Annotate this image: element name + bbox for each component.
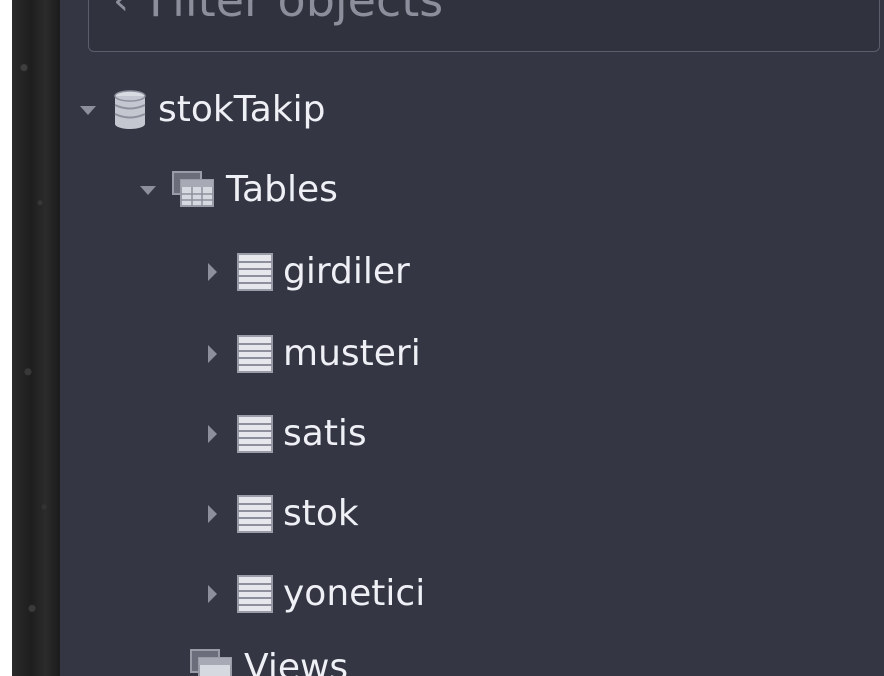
expand-arrow-icon[interactable] bbox=[208, 505, 217, 523]
table-name: satis bbox=[283, 413, 367, 454]
database-name: stokTakip bbox=[158, 89, 326, 130]
tree-item-tables-folder[interactable]: Tables bbox=[140, 160, 338, 220]
views-folder-icon bbox=[190, 649, 234, 676]
expand-arrow-icon[interactable] bbox=[80, 105, 96, 115]
tree-item-table[interactable]: stok bbox=[204, 484, 359, 544]
screenshot-frame: ‹ Filter objects stokTakip Tables girdil… bbox=[0, 0, 884, 676]
table-name: yonetici bbox=[283, 573, 426, 614]
tables-folder-icon bbox=[172, 171, 216, 209]
table-name: stok bbox=[283, 493, 359, 534]
expand-arrow-icon[interactable] bbox=[208, 263, 217, 281]
left-edge-strip bbox=[12, 0, 60, 676]
filter-search-icon: ‹ bbox=[113, 0, 129, 24]
table-icon bbox=[237, 335, 273, 373]
filter-placeholder: Filter objects bbox=[149, 0, 444, 27]
tree-item-database[interactable]: stokTakip bbox=[80, 80, 326, 140]
expand-arrow-icon[interactable] bbox=[208, 425, 217, 443]
object-browser-panel: ‹ Filter objects stokTakip Tables girdil… bbox=[60, 0, 884, 676]
expand-arrow-icon[interactable] bbox=[208, 345, 217, 363]
tree-item-table[interactable]: yonetici bbox=[204, 564, 425, 624]
table-icon bbox=[237, 575, 273, 613]
expand-arrow-icon[interactable] bbox=[140, 185, 156, 195]
table-name: girdiler bbox=[283, 251, 410, 292]
tree-item-table[interactable]: girdiler bbox=[204, 242, 410, 302]
table-name: musteri bbox=[283, 333, 421, 374]
tree-item-table[interactable]: musteri bbox=[204, 324, 421, 384]
filter-input[interactable]: ‹ Filter objects bbox=[88, 0, 880, 52]
expand-arrow-icon[interactable] bbox=[208, 585, 217, 603]
database-icon bbox=[112, 89, 148, 131]
tables-folder-label: Tables bbox=[226, 169, 338, 210]
tree-item-views-folder[interactable]: Views bbox=[190, 638, 348, 676]
table-icon bbox=[237, 495, 273, 533]
tree-item-table[interactable]: satis bbox=[204, 404, 367, 464]
table-icon bbox=[237, 253, 273, 291]
views-folder-label: Views bbox=[244, 647, 349, 676]
table-icon bbox=[237, 415, 273, 453]
